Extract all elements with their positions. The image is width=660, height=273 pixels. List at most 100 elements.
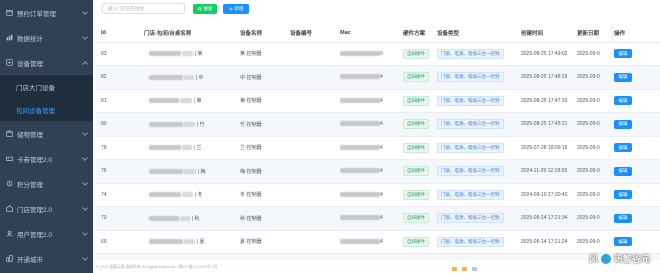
plus-icon: [228, 6, 233, 11]
column-header: Mac: [340, 24, 403, 43]
sidebar-item-stores[interactable]: 门店管理2.0: [0, 196, 93, 221]
room-suffix: | 梅: [197, 168, 206, 175]
cell-id: 83: [96, 42, 144, 66]
type-tag: 门锁、电源、帮助三合一控制: [437, 95, 504, 106]
column-header: 设备名称: [240, 24, 290, 43]
type-tag: 门锁、电源、帮助三合一控制: [437, 72, 504, 83]
mac-suffix: 4: [380, 97, 383, 104]
cell-device-name: 某·控制器: [240, 42, 290, 66]
sidebar-item-storage[interactable]: 储物管理: [0, 121, 93, 146]
table-row[interactable]: 69 | 夏 夏·控制器 4 自研硬件 门锁、电源、帮助三合一控制 2025-05-14 …: [96, 230, 660, 254]
cell-mac: 4: [340, 206, 403, 231]
cell-scheme: 自研硬件: [403, 253, 437, 260]
edit-button[interactable]: 编辑: [614, 166, 632, 176]
cell-room: | 兰: [144, 136, 240, 160]
redacted-text: [184, 239, 196, 245]
column-header: 门店-包间/台桌名称: [144, 24, 240, 43]
chevron-down-icon: [82, 155, 88, 161]
redacted-text: [149, 192, 181, 198]
sidebar-subitem-room-devices[interactable]: 包间设备管理: [0, 98, 93, 121]
redacted-text: [182, 192, 194, 198]
cell-action: 编辑: [614, 206, 660, 231]
sidebar-item-coupons[interactable]: 卡券管理2.0: [0, 146, 93, 171]
table-row[interactable]: 79 | 兰 兰·控制器 4 自研硬件 门锁、电源、帮助三合一控制 2025-07-28 …: [96, 136, 660, 160]
edit-button[interactable]: 编辑: [614, 213, 632, 223]
scheme-tag: 自研硬件: [403, 48, 429, 59]
redacted-text: [340, 121, 380, 127]
sidebar-item-label: 门店管理2.0: [17, 206, 53, 214]
cell-updated: 2025-09-0: [577, 89, 614, 113]
cell-mac: 4: [340, 136, 403, 160]
table-row[interactable]: 80 | 竹 竹·控制器 4 自研硬件 门锁、电源、帮助三合一控制 2025-08-25 …: [96, 112, 660, 137]
search-button[interactable]: 搜索: [193, 3, 217, 14]
cell-scheme: 自研硬件: [403, 183, 437, 207]
add-button[interactable]: 新增: [223, 3, 249, 14]
sidebar-item-cities[interactable]: 开通城市: [0, 246, 93, 271]
cell-mac: 4: [340, 230, 403, 254]
cell-action: 编辑: [614, 112, 660, 137]
cell-device-name: 夏·控制器: [240, 230, 290, 254]
cell-device-no: [290, 136, 340, 160]
scheme-tag: 自研硬件: [403, 236, 429, 247]
box-icon: [5, 130, 13, 138]
sidebar-item-points[interactable]: 积分管理: [0, 171, 93, 196]
sidebar-item-devices[interactable]: 设备管理: [0, 50, 93, 75]
edit-button[interactable]: 编辑: [614, 143, 632, 153]
toolbar: 搜索 新增: [102, 3, 249, 14]
edit-button[interactable]: 编辑: [614, 96, 632, 106]
column-header: 设备类型: [437, 24, 521, 43]
edit-button[interactable]: 编辑: [614, 49, 632, 59]
table-row[interactable]: 81 | 菊 菊·控制器 4 自研硬件 门锁、电源、帮助三合一控制 2025-08-25 …: [96, 89, 660, 113]
search-input[interactable]: [102, 3, 185, 14]
edit-button[interactable]: 编辑: [614, 190, 632, 200]
sidebar-item-stats[interactable]: 数据统计: [0, 25, 93, 50]
column-header: 硬件方案: [403, 24, 437, 43]
cell-mac: 4: [340, 183, 403, 207]
redacted-text: [340, 215, 380, 221]
redacted-text: [149, 215, 179, 221]
sidebar-subitem-store-door-devices[interactable]: 门店大门设备: [0, 75, 93, 98]
cell-created: 2025-07-28 18:09:16: [521, 136, 577, 160]
cell-type: 门锁、电源、帮助三合一控制: [437, 136, 521, 160]
table-row[interactable]: 74 | 冬 冬·控制器 4 自研硬件 门锁、电源、帮助三合一控制 2024-09-10 …: [96, 183, 660, 207]
cell-type: 门锁、电源、帮助三合一控制: [437, 253, 521, 260]
page-indicator[interactable]: [462, 267, 467, 271]
cell-id: 81: [96, 89, 144, 113]
mac-suffix: 4: [380, 168, 383, 175]
cell-updated: 2025-09-0: [577, 230, 614, 254]
edit-button[interactable]: 编辑: [614, 237, 632, 247]
edit-button[interactable]: 编辑: [614, 119, 632, 129]
table-row[interactable]: 82 | 中 中·控制器 4 自研硬件 门锁、电源、帮助三合一控制 2025-08-25 …: [96, 65, 660, 90]
chart-icon: [5, 34, 13, 42]
sidebar-item-users[interactable]: 用户管理2.0: [0, 221, 93, 246]
cell-created: 2025-05-14 17:21:24: [521, 230, 577, 254]
cell-mac: 4: [340, 112, 403, 137]
page-indicator[interactable]: [452, 267, 457, 271]
edit-button[interactable]: 编辑: [614, 72, 632, 82]
pagination: [452, 267, 477, 271]
cell-id: 80: [96, 112, 144, 137]
table-row[interactable]: 75 | 梅 梅·控制器 4 自研硬件 门锁、电源、帮助三合一控制 2024-11-29 …: [96, 159, 660, 184]
room-suffix: | 菊: [193, 98, 202, 105]
cell-created: 2024-09-10 17:30:40: [521, 183, 577, 207]
sidebar-submenu: 门店大门设备 包间设备管理: [0, 75, 93, 121]
table-row[interactable]: 83 | 某 某·控制器 0 自研硬件 门锁、电源、帮助三合一控制 2025-08-25 …: [96, 42, 660, 66]
column-header: 创建时间: [521, 24, 577, 43]
cell-device-no: [290, 65, 340, 90]
table-row[interactable]: 70 | 秋 秋·控制器 4 自研硬件 门锁、电源、帮助三合一控制 2025-05-14 …: [96, 206, 660, 231]
page-indicator[interactable]: [472, 267, 477, 271]
cell-room: | 夏: [144, 230, 240, 254]
redacted-text: [149, 145, 181, 151]
cell-action: 编辑: [614, 136, 660, 160]
cell-scheme: 自研硬件: [403, 230, 437, 254]
redacted-text: [184, 74, 195, 80]
cell-device-no: [290, 230, 340, 254]
redacted-text: [180, 98, 193, 104]
table-row[interactable]: 68 | 春春·控制器 4自研硬件门锁、电源、帮助三合一控制2025-05-24 …: [96, 253, 660, 260]
cell-device-no: [290, 183, 340, 207]
chevron-down-icon: [82, 130, 88, 136]
watermark-right: 讯智谷元: [613, 254, 650, 264]
mac-suffix: 4: [380, 144, 383, 151]
sidebar-item-orders[interactable]: 预约订单管理: [0, 0, 93, 25]
device-icon: [5, 59, 13, 67]
